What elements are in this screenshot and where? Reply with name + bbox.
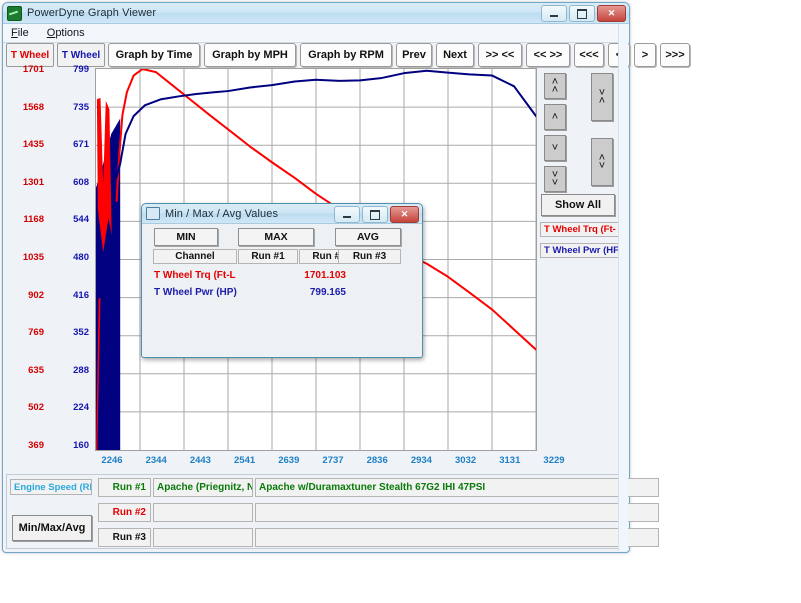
axis-tick: 671 (73, 139, 89, 151)
axis-tick: 735 (73, 101, 89, 113)
axis-tick: 480 (73, 251, 89, 263)
dialog-run1-value: 1701.103 (304, 270, 346, 281)
axis-tick: 769 (28, 327, 44, 339)
window-title: PowerDyne Graph Viewer (27, 7, 157, 19)
run-desc-cell[interactable] (255, 528, 659, 547)
menu-item-options[interactable]: Options (47, 27, 85, 39)
dialog-title: Min / Max / Avg Values (165, 207, 279, 220)
engine-speed-label: Engine Speed (RI (10, 479, 92, 495)
axis-tick: 224 (73, 402, 89, 414)
axis-tick: 799 (73, 64, 89, 75)
toolbar-button-graph-by-mph[interactable]: Graph by MPH (204, 43, 296, 67)
axis-tick: 288 (73, 364, 89, 376)
dialog-min-button[interactable]: MIN (154, 228, 218, 246)
y-axis-right-ticks: 799 735 671 608 544 480 416 352 288 224 160 (50, 65, 94, 479)
axis-tick: 1035 (22, 251, 44, 263)
run-desc-cell[interactable]: Apache w/Duramaxtuner Stealth 67G2 IHI 4… (255, 478, 659, 497)
run-label[interactable]: Run #2 (98, 503, 151, 522)
x-axis-tick: 2443 (189, 455, 211, 466)
run-label[interactable]: Run #1 (98, 478, 151, 497)
x-axis-tick: 2246 (101, 455, 123, 466)
dialog-header-run-1[interactable]: Run #1 (238, 249, 298, 264)
x-axis-tick: 2541 (234, 455, 256, 466)
zoom-out-vertical-button[interactable]: ˅ ˄ (591, 73, 613, 121)
dialog-minimize-button[interactable] (334, 206, 360, 223)
toolbar-button-[interactable]: <<< (574, 43, 604, 67)
close-button[interactable]: ✕ (597, 5, 626, 22)
toolbar-button-graph-by-time[interactable]: Graph by Time (108, 43, 200, 67)
scroll-down-fast-button[interactable]: ˅ ˅ (544, 166, 566, 192)
x-axis-tick: 2836 (366, 455, 388, 466)
dialog-max-button[interactable]: MAX (238, 228, 314, 246)
toolbar-button-next[interactable]: Next (436, 43, 474, 67)
window-controls: ✕ (541, 5, 626, 22)
axis-tick: 160 (73, 439, 89, 451)
y-axis-left-ticks: 1701 1568 1435 1301 1168 1035 902 769 635 502 369 (5, 65, 49, 479)
folder-icon (146, 207, 160, 220)
window-titlebar: PowerDyne Graph Viewer ✕ (3, 3, 629, 24)
toolbar-button-graph-by-rpm[interactable]: Graph by RPM (300, 43, 392, 67)
toolbar: T Wheel T Wheel Graph by Time Graph by MPH G… (6, 43, 694, 69)
x-axis-tick: 3131 (499, 455, 521, 466)
x-axis-ticks: 2246 2344 2443 2541 2639 2737 2836 2934 3032 3131… (95, 455, 564, 469)
run-label[interactable]: Run #3 (98, 528, 151, 547)
x-axis-tick: 2344 (145, 455, 167, 466)
minimize-button[interactable] (541, 5, 567, 22)
axis-tick: 1168 (23, 214, 44, 226)
menu-item-file[interactable]: File (11, 27, 29, 39)
x-axis-tick: 2934 (410, 455, 432, 466)
dialog-run1-value: 799.165 (309, 287, 346, 298)
dialog-channel-name: T Wheel Pwr (HP) (154, 287, 237, 298)
x-axis-tick: 3032 (455, 455, 477, 466)
dialog-mode-buttons: MIN MAX AVG (142, 228, 422, 246)
x-axis-tick: 2639 (278, 455, 300, 466)
dialog-window-controls: ✕ (334, 206, 419, 223)
x-axis-tick: 2737 (322, 455, 344, 466)
scroll-up-fast-button[interactable]: ˄ ˄ (544, 73, 566, 99)
axis-tick: 369 (28, 439, 44, 451)
run-file-cell[interactable] (153, 503, 253, 522)
run-file-cell[interactable]: Apache (Priegnitz, N (153, 478, 253, 497)
zoom-in-vertical-button[interactable]: ˄ ˅ (591, 138, 613, 186)
axis-tick: 902 (28, 289, 44, 301)
axis-tick: 1301 (22, 176, 44, 188)
legend-item-torque[interactable]: T Wheel Trq (Ft- (540, 222, 621, 237)
toolbar-button-[interactable]: > (634, 43, 656, 67)
dialog-channel-name: T Wheel Trq (Ft-L (154, 270, 236, 281)
axis-tick: 544 (73, 214, 89, 226)
dialog-titlebar: Min / Max / Avg Values ✕ (142, 204, 422, 224)
axis-tick: 1568 (22, 101, 44, 113)
toolbar-button-[interactable]: << >> (526, 43, 570, 67)
legend-item-power[interactable]: T Wheel Pwr (HF (540, 243, 621, 258)
axis-tick: 1701 (22, 64, 44, 75)
axis-tick: 352 (73, 327, 89, 339)
toolbar-button-[interactable]: >> << (478, 43, 522, 67)
axis-tick: 608 (73, 176, 89, 188)
dialog-avg-button[interactable]: AVG (335, 228, 401, 246)
app-icon (7, 5, 22, 21)
run-desc-cell[interactable] (255, 503, 659, 522)
dialog-header-run-3[interactable]: Run #3 (338, 249, 401, 264)
dialog-header-channel[interactable]: Channel (153, 249, 237, 264)
run-file-cell[interactable] (153, 528, 253, 547)
minmaxavg-button[interactable]: Min/Max/Avg (12, 515, 92, 541)
axis-tick: 416 (73, 289, 89, 301)
x-axis-tick: 3229 (543, 455, 565, 466)
toolbar-button-prev[interactable]: Prev (396, 43, 432, 67)
scroll-down-button[interactable]: ˅ (544, 135, 566, 161)
dialog-maximize-button[interactable] (362, 206, 388, 223)
minmaxavg-dialog: Min / Max / Avg Values ✕ MIN MAX AVG Chann… (141, 203, 423, 358)
axis-tick: 635 (28, 364, 44, 376)
toolbar-button-[interactable]: >>> (660, 43, 690, 67)
window-vertical-scrollbar[interactable] (618, 24, 628, 551)
dialog-close-button[interactable]: ✕ (390, 206, 419, 223)
maximize-button[interactable] (569, 5, 595, 22)
axis-tick: 502 (28, 402, 44, 414)
scroll-up-button[interactable]: ˄ (544, 104, 566, 130)
axis-tick: 1435 (22, 139, 44, 151)
show-all-button[interactable]: Show All (541, 194, 615, 216)
menubar: File Options (3, 24, 629, 43)
